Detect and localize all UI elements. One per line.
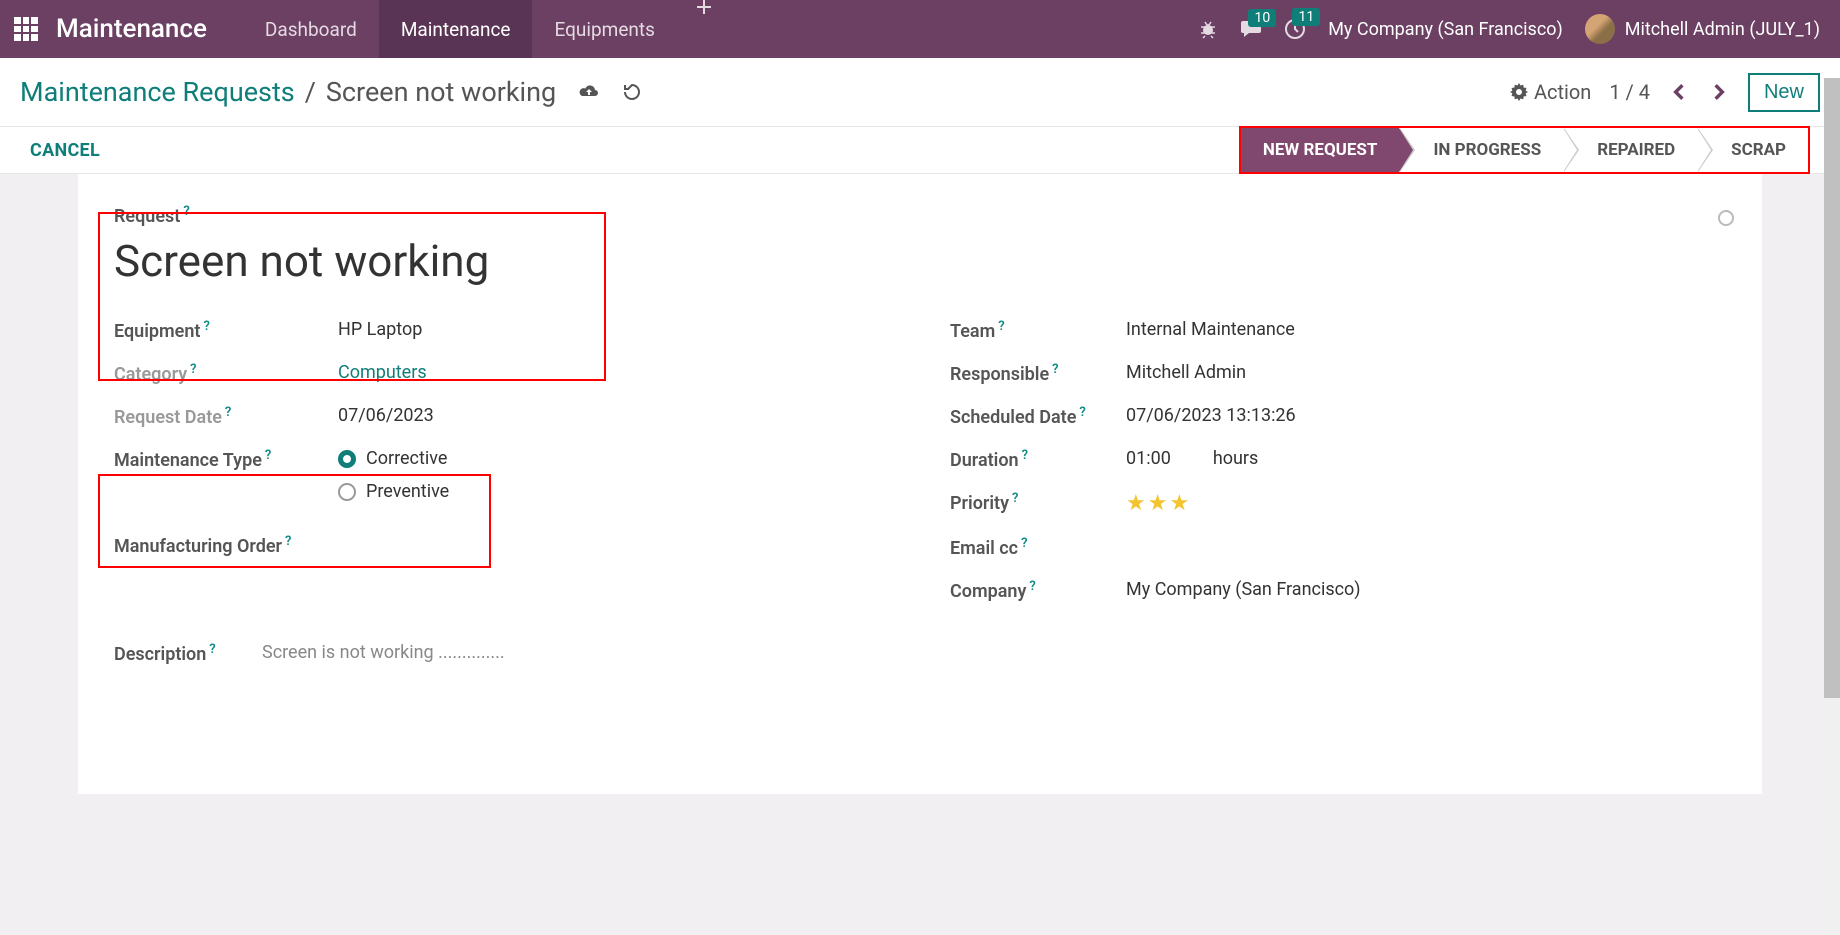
help-icon[interactable]: ?: [183, 204, 189, 219]
help-icon[interactable]: ?: [1052, 362, 1058, 377]
nav-tab-dashboard[interactable]: Dashboard: [243, 0, 379, 58]
description-label: Description?: [114, 642, 262, 665]
help-icon[interactable]: ?: [225, 405, 231, 420]
nav-tabs: Dashboard Maintenance Equipments: [243, 0, 731, 58]
debug-icon[interactable]: [1198, 19, 1218, 39]
company-label: Company?: [950, 579, 1126, 602]
maintenance-type-label: Maintenance Type?: [114, 448, 338, 471]
apps-icon[interactable]: [14, 17, 38, 41]
activities-badge: 11: [1292, 8, 1320, 26]
help-icon[interactable]: ?: [998, 319, 1004, 334]
category-label: Category?: [114, 362, 338, 385]
cancel-button[interactable]: CANCEL: [30, 140, 100, 161]
help-icon[interactable]: ?: [265, 448, 271, 463]
breadcrumb-bar: Maintenance Requests / Screen not workin…: [0, 58, 1840, 126]
help-icon[interactable]: ?: [1079, 405, 1085, 420]
help-icon[interactable]: ?: [209, 642, 215, 657]
request-date-label: Request Date?: [114, 405, 338, 428]
help-icon[interactable]: ?: [1022, 448, 1028, 463]
top-nav: Maintenance Dashboard Maintenance Equipm…: [0, 0, 1840, 58]
equipment-field[interactable]: HP Laptop: [338, 319, 422, 340]
messages-badge: 10: [1248, 9, 1276, 27]
responsible-field[interactable]: Mitchell Admin: [1126, 362, 1246, 383]
breadcrumb-current: Screen not working: [326, 76, 556, 108]
star-icon[interactable]: ★: [1148, 491, 1168, 516]
user-name: Mitchell Admin (JULY_1): [1625, 19, 1820, 40]
duration-unit: hours: [1213, 448, 1259, 469]
nav-tab-maintenance[interactable]: Maintenance: [379, 0, 533, 58]
kanban-state-icon[interactable]: [1718, 210, 1734, 226]
stage-new-request[interactable]: NEW REQUEST: [1241, 128, 1400, 172]
description-field[interactable]: Screen is not working ..............: [262, 642, 505, 665]
request-title[interactable]: Screen not working: [114, 235, 1726, 287]
maintenance-type-field: Corrective Preventive: [338, 448, 449, 514]
category-field[interactable]: Computers: [338, 362, 427, 383]
request-date-field: 07/06/2023: [338, 405, 434, 426]
duration-label: Duration?: [950, 448, 1126, 471]
nav-add-icon[interactable]: [677, 0, 731, 58]
breadcrumb-right: Action 1 / 4 New: [1510, 73, 1820, 112]
priority-field[interactable]: ★ ★ ★: [1126, 491, 1189, 516]
breadcrumb-sep: /: [305, 76, 316, 108]
help-icon[interactable]: ?: [1029, 579, 1035, 594]
scrollbar-thumb[interactable]: [1824, 78, 1840, 698]
pager-text[interactable]: 1 / 4: [1609, 80, 1650, 104]
radio-corrective-label: Corrective: [366, 448, 447, 469]
radio-corrective[interactable]: [338, 450, 356, 468]
company-selector[interactable]: My Company (San Francisco): [1328, 19, 1563, 40]
responsible-label: Responsible?: [950, 362, 1126, 385]
breadcrumb-root[interactable]: Maintenance Requests: [20, 76, 295, 108]
help-icon[interactable]: ?: [1021, 536, 1027, 551]
duration-value: 01:00: [1126, 448, 1171, 469]
status-bar: CANCEL NEW REQUEST IN PROGRESS REPAIRED …: [0, 126, 1840, 174]
priority-label: Priority?: [950, 491, 1126, 514]
scheduled-date-field[interactable]: 07/06/2023 13:13:26: [1126, 405, 1296, 426]
pager-prev-icon[interactable]: [1668, 83, 1690, 101]
form-right-column: Team? Internal Maintenance Responsible? …: [950, 309, 1726, 612]
star-icon[interactable]: ★: [1169, 491, 1189, 516]
team-label: Team?: [950, 319, 1126, 342]
help-icon[interactable]: ?: [190, 362, 196, 377]
activities-icon[interactable]: 11: [1284, 18, 1306, 40]
stage-repaired[interactable]: REPAIRED: [1563, 128, 1697, 172]
pager-next-icon[interactable]: [1708, 83, 1730, 101]
scrollbar[interactable]: [1824, 78, 1840, 935]
help-icon[interactable]: ?: [285, 534, 291, 549]
user-menu[interactable]: Mitchell Admin (JULY_1): [1585, 14, 1820, 44]
form-sheet: Request? Screen not working Equipment? H…: [78, 174, 1762, 794]
messages-icon[interactable]: 10: [1240, 19, 1262, 39]
manufacturing-order-label: Manufacturing Order?: [114, 534, 338, 557]
equipment-label: Equipment?: [114, 319, 338, 342]
brand-title: Maintenance: [56, 14, 207, 44]
stage-in-progress[interactable]: IN PROGRESS: [1399, 128, 1563, 172]
duration-field[interactable]: 01:00 hours: [1126, 448, 1258, 469]
nav-right: 10 11 My Company (San Francisco) Mitchel…: [1198, 0, 1840, 58]
request-label: Request?: [114, 204, 1726, 227]
email-cc-label: Email cc?: [950, 536, 1126, 559]
stage-scrap[interactable]: SCRAP: [1697, 128, 1808, 172]
radio-preventive-label: Preventive: [366, 481, 449, 502]
action-label: Action: [1534, 80, 1591, 104]
new-button[interactable]: New: [1748, 73, 1820, 112]
action-button[interactable]: Action: [1510, 80, 1591, 104]
discard-icon[interactable]: [622, 82, 642, 102]
help-icon[interactable]: ?: [1012, 491, 1018, 506]
scheduled-date-label: Scheduled Date?: [950, 405, 1126, 428]
star-icon[interactable]: ★: [1126, 491, 1146, 516]
form-left-column: Equipment? HP Laptop Category? Computers…: [114, 309, 890, 612]
nav-tab-equipments[interactable]: Equipments: [532, 0, 676, 58]
avatar: [1585, 14, 1615, 44]
company-field[interactable]: My Company (San Francisco): [1126, 579, 1361, 600]
radio-preventive[interactable]: [338, 483, 356, 501]
team-field[interactable]: Internal Maintenance: [1126, 319, 1295, 340]
cloud-save-icon[interactable]: [578, 83, 600, 101]
help-icon[interactable]: ?: [203, 319, 209, 334]
stage-tracker: NEW REQUEST IN PROGRESS REPAIRED SCRAP: [1239, 126, 1810, 174]
